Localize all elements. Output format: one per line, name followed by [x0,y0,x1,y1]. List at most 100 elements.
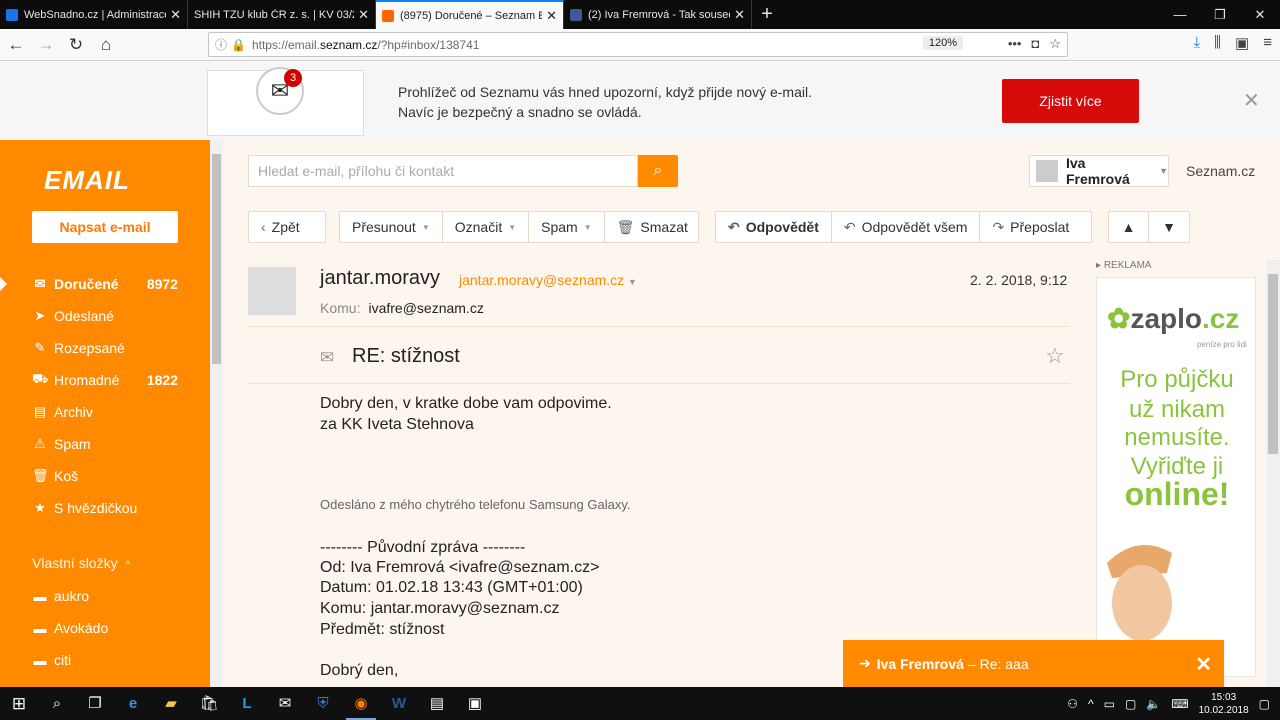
chevron-up-icon[interactable]: ^ [1088,697,1094,711]
mark-button[interactable]: Označit ▼ [443,212,530,242]
scroll-thumb[interactable] [212,154,221,364]
store-icon[interactable]: 🛍 [190,687,228,720]
inbox-icon: ✉ [34,276,46,291]
restore-button[interactable]: ❐ [1200,0,1240,29]
search-input[interactable]: Hledat e-mail, přílohu či kontakt [248,155,638,187]
back-button[interactable]: ‹ Zpět [248,211,326,243]
photos-icon[interactable]: ▣ [456,687,494,720]
zaplo-logo: ✿zaplo.cz [1107,303,1240,334]
close-tab-icon[interactable]: ✕ [170,7,181,23]
close-window-button[interactable]: ✕ [1240,0,1280,29]
spam-button[interactable]: Spam ▼ [529,212,605,242]
close-tab-icon[interactable]: ✕ [358,7,369,23]
next-message-button[interactable]: ▼ [1149,212,1189,242]
tab-facebook[interactable]: (2) Iva Fremrová - Tak sousedi ✕ [564,0,752,29]
tab-websnadno[interactable]: WebSnadno.cz | Administrace e ✕ [0,0,188,29]
sidebar-item-spam[interactable]: ⚠ Spam [0,429,210,459]
archive-icon: ▤ [33,404,47,419]
sender-address[interactable]: jantar.moravy@seznam.cz ▼ [459,272,637,288]
move-button[interactable]: Přesunout ▼ [340,212,443,242]
clock[interactable]: 15:03 10.02.2018 [1199,691,1249,717]
sidebar-item-starred[interactable]: ★ S hvězdičkou [0,493,210,523]
sidebar-item-bulk[interactable]: ⛟ Hromadné 1822 [0,365,210,395]
seznam-link[interactable]: Seznam.cz [1186,163,1255,179]
action-toolbar: Přesunout ▼ Označit ▼ Spam ▼ 🗑 Smazat [339,211,699,243]
close-notification-icon[interactable]: ✕ [1195,652,1212,677]
edge-browser-icon[interactable]: e [114,687,152,720]
original-subject: Předmět: stížnost [320,621,445,638]
windows-taskbar: ⊞ ⌕ ❐ e ▰ 🛍 L ✉ ⛨ ◉ W ▤ ▣ ⚇ ^ ▭ ▢ 🔈 ⌨ 15… [0,687,1280,720]
forward-arrow-icon[interactable]: → [32,31,60,59]
battery-icon[interactable]: ▭ [1104,697,1115,711]
custom-folders-header[interactable]: Vlastní složky ^ [32,555,130,571]
notification-count-badge: 3 [284,69,302,87]
tab-shihtzu[interactable]: SHIH TZU klub ČR z. s. | KV 03/2017 ✕ [188,0,376,29]
document-icon[interactable]: ▤ [418,687,456,720]
compose-button[interactable]: Napsat e-mail [32,211,178,243]
new-mail-notification[interactable]: ➔ Iva Fremrová – Re: aaa ✕ [843,640,1224,687]
close-tab-icon[interactable]: ✕ [734,7,745,23]
info-icon[interactable]: ⓘ [215,36,227,53]
search-icon[interactable]: ⌕ [38,687,76,720]
reply-all-button[interactable]: ↶ Odpovědět všem [832,212,981,242]
app-l-icon[interactable]: L [228,687,266,720]
bookmark-star-icon[interactable]: ☆ [1049,36,1061,52]
ad-panel: ▸ REKLAMA ✿zaplo.cz peníze pro lidi Pro … [1096,260,1256,687]
close-banner-icon[interactable]: ✕ [1243,88,1260,113]
volume-icon[interactable]: 🔈 [1146,697,1161,711]
pocket-icon[interactable]: ◘ [1031,36,1039,52]
firefox-icon[interactable]: ◉ [342,687,380,720]
keyboard-icon[interactable]: ⌨ [1171,697,1188,711]
sidebar-item-drafts[interactable]: ✎ Rozepsané [0,333,210,363]
sidebar-scrollbar[interactable] [210,140,223,687]
back-arrow-icon[interactable]: ← [2,31,30,59]
sidebar-item-avokado[interactable]: ▬ Avokádo [0,613,210,643]
forward-button[interactable]: ↷ Přeposlat [980,212,1081,242]
new-tab-button[interactable]: + [752,0,782,29]
sender-name[interactable]: jantar.moravy [320,267,440,290]
scroll-thumb[interactable] [1268,274,1278,454]
search-button[interactable]: ⌕ [638,155,678,187]
people-icon[interactable]: ⚇ [1067,697,1078,711]
sidebar-item-aukro[interactable]: ▬ aukro [0,581,210,611]
user-menu[interactable]: Iva Fremrová ▼ [1029,155,1169,187]
folder-icon: ▬ [33,588,47,604]
reload-icon[interactable]: ↻ [62,31,90,59]
delete-button[interactable]: 🗑 Smazat [605,212,700,242]
reply-button[interactable]: ↶ Odpovědět [716,212,832,242]
sidebar-item-citi[interactable]: ▬ citi [0,645,210,675]
security-app-icon[interactable]: ⛨ [304,687,342,720]
sidebar-item-trash[interactable]: 🗑 Koš [0,461,210,491]
word-icon[interactable]: W [380,687,418,720]
chevron-down-icon: ▼ [421,222,430,232]
action-center-icon[interactable]: ▢ [1259,697,1270,711]
sidebar-item-inbox[interactable]: ✉ Doručené 8972 [0,269,210,299]
sidebar-item-archive[interactable]: ▤ Archiv [0,397,210,427]
minimize-button[interactable]: — [1160,0,1200,29]
zaplo-ad[interactable]: ✿zaplo.cz peníze pro lidi Pro půjčku už … [1096,277,1256,677]
zoom-level[interactable]: 120% [922,36,963,50]
learn-more-button[interactable]: Zjistit více [1002,79,1139,123]
mail-icon[interactable]: ✉ [266,687,304,720]
star-icon[interactable]: ☆ [1045,343,1065,369]
previous-message-button[interactable]: ▲ [1109,212,1150,242]
sidebar: EMAIL Napsat e-mail ✉ Doručené 8972 ➤ Od… [0,140,210,687]
library-icon[interactable]: ⫼ [1214,34,1221,52]
chevron-down-icon: ▼ [1159,166,1169,176]
sidebar-item-sent[interactable]: ➤ Odeslané [0,301,210,331]
network-icon[interactable]: ▢ [1125,697,1136,711]
menu-icon[interactable]: ≡ [1263,34,1272,52]
download-icon[interactable]: ⤓ [1194,34,1201,52]
more-actions-icon[interactable]: ••• [1008,36,1022,52]
email-logo[interactable]: EMAIL [44,165,130,196]
task-view-icon[interactable]: ❐ [76,687,114,720]
home-icon[interactable]: ⌂ [92,31,120,59]
url-text[interactable]: https://email.seznam.cz/?hp#inbox/138741 [252,38,479,52]
tab-seznam-email[interactable]: (8975) Doručené – Seznam Em ✕ [376,0,564,29]
url-bar[interactable]: ⓘ 🔒 https://email.seznam.cz/?hp#inbox/13… [208,32,1068,57]
close-tab-icon[interactable]: ✕ [546,8,557,24]
message-scrollbar[interactable] [1266,260,1280,687]
file-explorer-icon[interactable]: ▰ [152,687,190,720]
start-windows-icon[interactable]: ⊞ [0,687,38,720]
sidebar-toggle-icon[interactable]: ▣ [1235,34,1249,52]
